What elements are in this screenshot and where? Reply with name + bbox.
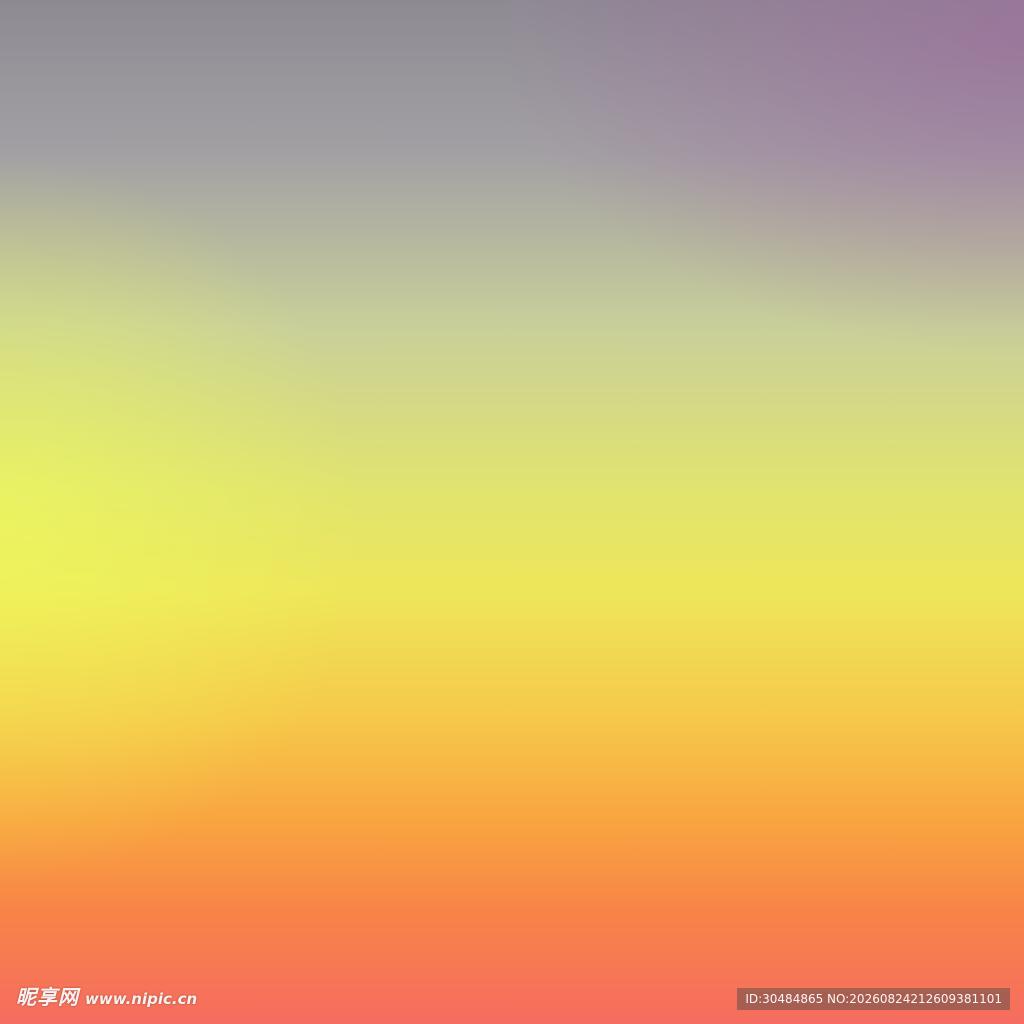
watermark-site-name: 昵享网 (16, 985, 79, 1009)
watermark-site-url: www.nipic.cn (85, 990, 198, 1008)
gradient-background (0, 0, 1024, 1024)
watermark-id-badge: ID:30484865 NO:20260824212609381101 (737, 988, 1010, 1010)
watermark-logo: 昵享网 www.nipic.cn (16, 981, 197, 1010)
